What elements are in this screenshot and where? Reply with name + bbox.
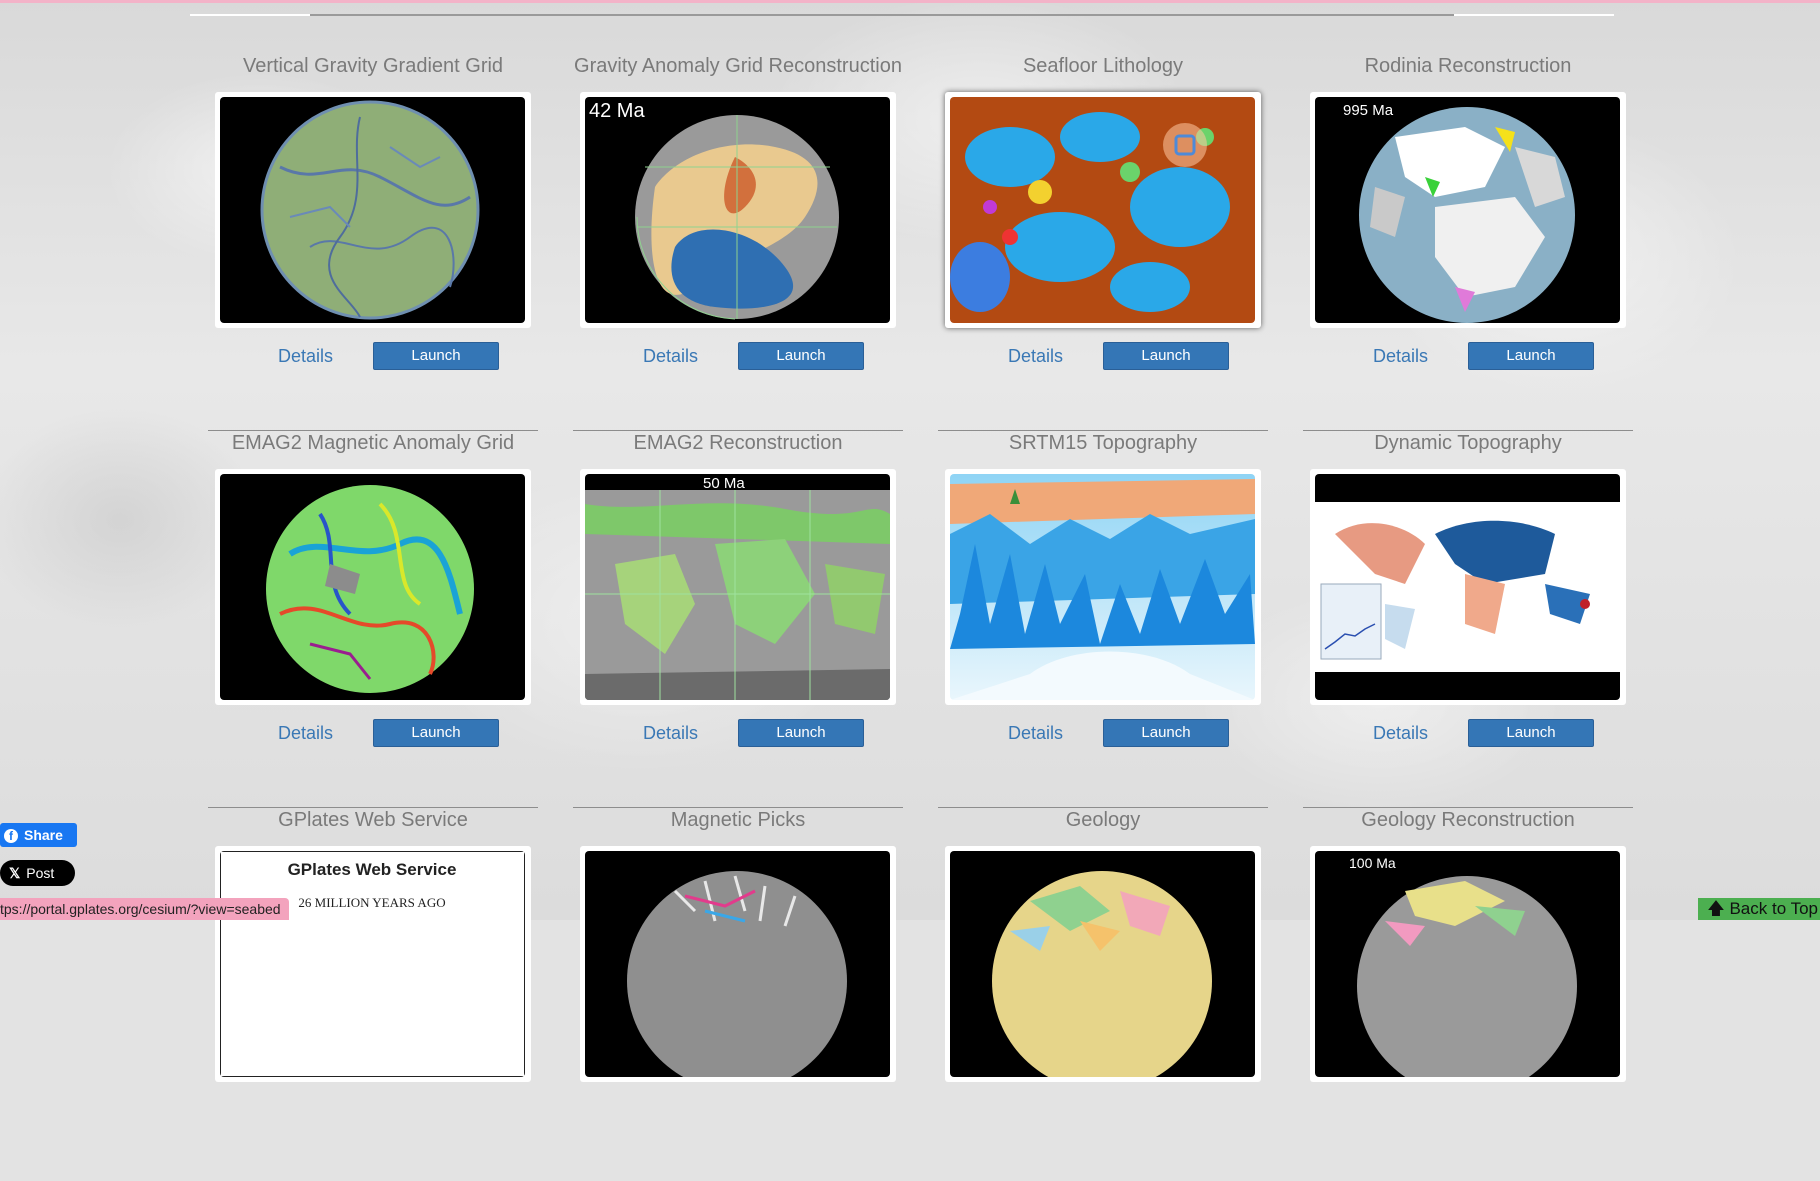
card-actions: Details Launch xyxy=(1303,715,1633,759)
globe-image xyxy=(950,851,1255,1077)
card-geology-reconstruction: Geology Reconstruction 100 Ma xyxy=(1303,804,1633,1181)
thumbnail[interactable]: 50 Ma xyxy=(580,469,896,705)
terrain-image xyxy=(950,474,1255,700)
globe-image xyxy=(220,474,525,700)
post-label: Post xyxy=(26,865,55,881)
details-link[interactable]: Details xyxy=(1008,346,1063,367)
thumbnail[interactable] xyxy=(215,92,531,328)
globe-image xyxy=(585,851,890,1077)
card-title: Dynamic Topography xyxy=(1374,432,1562,454)
card-srtm15-topography: SRTM15 Topography Details Launch xyxy=(938,427,1268,808)
launch-button[interactable]: Launch xyxy=(1103,719,1229,747)
thumbnail[interactable]: 100 Ma xyxy=(1310,846,1626,1082)
launch-button[interactable]: Launch xyxy=(1468,719,1594,747)
globe-image xyxy=(220,97,525,323)
thumb-caption: 26 MILLION YEARS AGO xyxy=(298,895,445,910)
card-gravity-anomaly-reconstruction: Gravity Anomaly Grid Reconstruction 42 M… xyxy=(573,50,903,431)
map-image xyxy=(1315,474,1620,700)
card-gplates-web-service: GPlates Web Service GPlates Web Service … xyxy=(208,804,538,1181)
launch-button[interactable]: Launch xyxy=(1468,342,1594,370)
thumbnail[interactable] xyxy=(945,469,1261,705)
service-image: GPlates Web Service 26 MILLION YEARS AGO xyxy=(220,851,525,1077)
launch-button[interactable]: Launch xyxy=(373,342,499,370)
card-title: EMAG2 Reconstruction xyxy=(633,432,843,454)
card-title: Vertical Gravity Gradient Grid xyxy=(242,55,504,77)
thumbnail[interactable]: GPlates Web Service 26 MILLION YEARS AGO xyxy=(215,846,531,1082)
thumbnail[interactable] xyxy=(945,846,1261,1082)
details-link[interactable]: Details xyxy=(1373,723,1428,744)
card-actions: Details Launch xyxy=(1303,338,1633,382)
launch-button[interactable]: Launch xyxy=(1103,342,1229,370)
globe-image: 995 Ma xyxy=(1315,97,1620,323)
details-link[interactable]: Details xyxy=(643,346,698,367)
app-grid: Vertical Gravity Gradient Grid Details L… xyxy=(208,50,1633,1181)
thumbnail[interactable]: 42 Ma xyxy=(580,92,896,328)
details-link[interactable]: Details xyxy=(1373,346,1428,367)
lithology-image xyxy=(950,97,1255,323)
thumbnail[interactable] xyxy=(580,846,896,1082)
card-title: Geology xyxy=(1065,809,1141,831)
age-label: 100 Ma xyxy=(1349,855,1396,871)
card-actions: Details Launch xyxy=(208,715,538,759)
card-magnetic-picks: Magnetic Picks xyxy=(573,804,903,1181)
back-to-top-label: Back to Top xyxy=(1729,899,1818,918)
card-emag2-reconstruction: EMAG2 Reconstruction 50 Ma Details Launc… xyxy=(573,427,903,808)
card-title: Rodinia Reconstruction xyxy=(1364,55,1572,77)
launch-button[interactable]: Launch xyxy=(738,342,864,370)
map-image: 50 Ma xyxy=(585,474,890,700)
thumbnail[interactable] xyxy=(945,92,1261,328)
card-actions: Details Launch xyxy=(573,338,903,382)
card-actions: Details Launch xyxy=(938,338,1268,382)
card-rodinia-reconstruction: Rodinia Reconstruction 995 Ma Details La… xyxy=(1303,50,1633,431)
card-title: EMAG2 Magnetic Anomaly Grid xyxy=(231,432,515,454)
globe-image: 42 Ma xyxy=(585,97,890,323)
card-emag2-magnetic-anomaly: EMAG2 Magnetic Anomaly Grid Details Laun… xyxy=(208,427,538,808)
card-title: GPlates Web Service xyxy=(278,809,468,831)
thumbnail[interactable] xyxy=(215,469,531,705)
card-actions: Details Launch xyxy=(208,338,538,382)
top-divider xyxy=(190,14,1614,16)
card-title: Magnetic Picks xyxy=(670,809,806,831)
details-link[interactable]: Details xyxy=(643,723,698,744)
globe-image: 100 Ma xyxy=(1315,851,1620,1077)
back-to-top-button[interactable]: 🡅 Back to Top xyxy=(1698,898,1820,920)
facebook-icon: f xyxy=(4,829,18,844)
arrow-up-icon: 🡅 xyxy=(1707,899,1725,918)
age-label: 995 Ma xyxy=(1343,102,1394,119)
card-dynamic-topography: Dynamic Topography Details Launch xyxy=(1303,427,1633,808)
details-link[interactable]: Details xyxy=(1008,723,1063,744)
card-seafloor-lithology: Seafloor Lithology Details Launch xyxy=(938,50,1268,431)
age-label: 50 Ma xyxy=(703,475,745,492)
x-logo-icon: 𝕏 xyxy=(9,865,21,881)
launch-button[interactable]: Launch xyxy=(373,719,499,747)
card-actions: Details Launch xyxy=(573,715,903,759)
card-title: Geology Reconstruction xyxy=(1361,809,1575,831)
card-geology: Geology xyxy=(938,804,1268,1181)
thumbnail[interactable] xyxy=(1310,469,1626,705)
details-link[interactable]: Details xyxy=(278,723,333,744)
card-title: Seafloor Lithology xyxy=(1022,55,1184,77)
card-title: Gravity Anomaly Grid Reconstruction xyxy=(574,55,902,77)
card-vertical-gravity-gradient: Vertical Gravity Gradient Grid Details L… xyxy=(208,50,538,431)
card-title: SRTM15 Topography xyxy=(1008,432,1198,454)
launch-button[interactable]: Launch xyxy=(738,719,864,747)
status-bar-url: tps://portal.gplates.org/cesium/?view=se… xyxy=(0,898,289,920)
card-actions: Details Launch xyxy=(938,715,1268,759)
thumbnail[interactable]: 995 Ma xyxy=(1310,92,1626,328)
thumb-heading: GPlates Web Service xyxy=(288,860,457,879)
share-label: Share xyxy=(24,827,63,843)
top-accent-bar xyxy=(0,0,1820,3)
facebook-share-button[interactable]: f Share xyxy=(0,823,77,847)
x-post-button[interactable]: 𝕏 Post xyxy=(0,860,75,886)
age-label: 42 Ma xyxy=(589,100,645,122)
details-link[interactable]: Details xyxy=(278,346,333,367)
